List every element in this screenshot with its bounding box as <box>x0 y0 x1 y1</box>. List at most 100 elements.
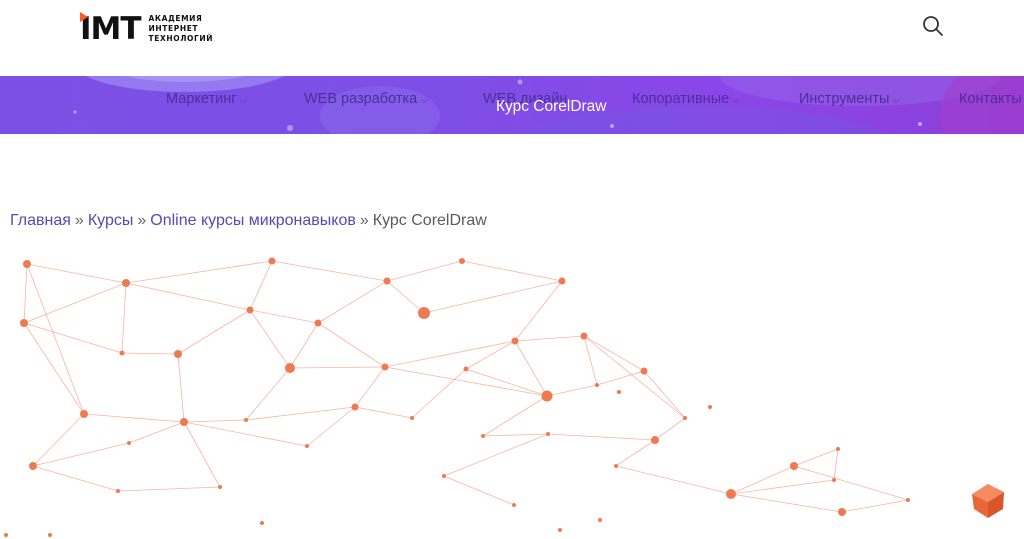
network-edge <box>23 263 28 324</box>
breadcrumb-link-courses[interactable]: Курсы <box>88 212 134 229</box>
network-edge <box>482 395 548 437</box>
network-node <box>351 403 359 411</box>
network-edge <box>583 335 598 386</box>
cube-icon <box>972 484 1004 518</box>
network-edge <box>32 413 85 467</box>
nav-item-marketing[interactable]: Маркетинг ⌵ <box>166 91 247 107</box>
site-header: IMT АКАДЕМИЯ ИНТЕРНЕТ ТЕХНОЛОГИЙ <box>0 0 1024 76</box>
network-edge <box>793 448 839 467</box>
network-node <box>546 432 550 436</box>
network-edge <box>128 421 185 444</box>
network-node <box>418 307 430 319</box>
logo-line: АКАДЕМИЯ <box>148 14 203 23</box>
breadcrumb: Главная» Курсы» Online курсы микронавыков»… <box>10 212 487 230</box>
search-icon[interactable] <box>922 15 944 37</box>
breadcrumb-link-micro-skills[interactable]: Online курсы микронавыков <box>150 212 356 229</box>
breadcrumb-link-home[interactable]: Главная <box>10 212 71 229</box>
network-edge <box>482 433 549 437</box>
logo-triangle-icon <box>80 11 88 22</box>
network-edge <box>183 421 221 488</box>
network-edge <box>317 280 388 324</box>
network-node <box>617 390 621 394</box>
network-edge <box>354 366 386 408</box>
network-edge <box>643 370 686 419</box>
network-edge <box>177 309 251 355</box>
network-edge <box>596 370 645 386</box>
network-edge <box>245 406 356 421</box>
network-node <box>836 447 840 451</box>
network-node <box>268 257 276 265</box>
breadcrumb-current: Курс CorelDraw <box>372 212 487 229</box>
network-edge <box>833 448 839 481</box>
network-node <box>558 528 562 532</box>
network-node <box>410 416 414 420</box>
nav-item-corporate[interactable]: Копоративные ⌵ <box>632 91 740 107</box>
network-node <box>174 350 182 358</box>
nav-item-tools[interactable]: Инструменты ⌵ <box>799 91 900 107</box>
network-edge <box>289 322 319 369</box>
network-node <box>558 277 566 285</box>
network-node <box>838 508 846 516</box>
network-node <box>683 416 687 420</box>
page-banner: Маркетинг ⌵ WEB разработка ⌵ WEB дизайн Ко… <box>0 76 1024 134</box>
network-node <box>381 363 389 371</box>
network-node <box>116 489 120 493</box>
network-node <box>218 485 222 489</box>
network-edge <box>23 322 123 354</box>
network-node <box>127 441 131 445</box>
network-edge <box>306 406 356 447</box>
network-node <box>640 367 648 375</box>
network-edge <box>117 486 221 492</box>
network-edge <box>384 340 516 368</box>
network-edge <box>423 280 563 314</box>
logo-mark: IMT <box>80 10 142 47</box>
network-edge <box>465 340 516 370</box>
network-edge <box>23 282 127 324</box>
chevron-down-icon: ⌵ <box>239 95 248 106</box>
logo-line: ТЕХНОЛОГИЙ <box>148 34 214 43</box>
network-node <box>4 533 8 537</box>
network-node <box>726 489 736 499</box>
network-node <box>305 444 309 448</box>
network-edge <box>32 465 119 492</box>
network-node <box>790 462 798 470</box>
network-edge <box>177 353 185 423</box>
network-edge <box>386 280 425 314</box>
network-edge <box>583 335 686 419</box>
network-node <box>598 518 602 522</box>
logo-tagline: АКАДЕМИЯ ИНТЕРНЕТ ТЕХНОЛОГИЙ <box>149 14 214 44</box>
network-edge <box>125 260 273 284</box>
network-edge <box>249 309 319 324</box>
nav-item-contacts[interactable]: Контакты <box>959 91 1022 107</box>
network-node <box>20 319 28 327</box>
network-edge <box>249 260 273 311</box>
network-edge <box>514 335 585 342</box>
network-edge <box>615 439 656 467</box>
network-edge <box>615 465 732 495</box>
chevron-down-icon: ⌵ <box>420 95 428 106</box>
network-node <box>580 332 588 340</box>
network-node <box>541 390 553 402</box>
logo-line: ИНТЕРНЕТ <box>148 24 199 33</box>
network-edge <box>249 309 291 369</box>
network-edge <box>83 413 185 423</box>
network-node <box>383 277 391 285</box>
network-node <box>244 418 248 422</box>
site-logo[interactable]: IMT АКАДЕМИЯ ИНТЕРНЕТ ТЕХНОЛОГИЙ <box>80 6 213 52</box>
network-node <box>23 260 31 268</box>
chevron-down-icon: ⌵ <box>732 95 740 106</box>
network-edge <box>26 263 127 284</box>
breadcrumb-separator: » <box>74 212 84 229</box>
network-node <box>29 462 37 470</box>
network-edge <box>443 433 549 477</box>
network-node <box>832 478 836 482</box>
network-edge <box>465 368 548 397</box>
nav-item-web-development[interactable]: WEB разработка ⌵ <box>304 91 428 107</box>
network-node <box>512 503 516 507</box>
network-edge <box>125 282 251 311</box>
network-node <box>260 521 264 525</box>
network-edge <box>514 340 548 397</box>
network-node <box>442 474 446 478</box>
network-edge <box>183 421 308 447</box>
network-edge <box>23 322 85 415</box>
